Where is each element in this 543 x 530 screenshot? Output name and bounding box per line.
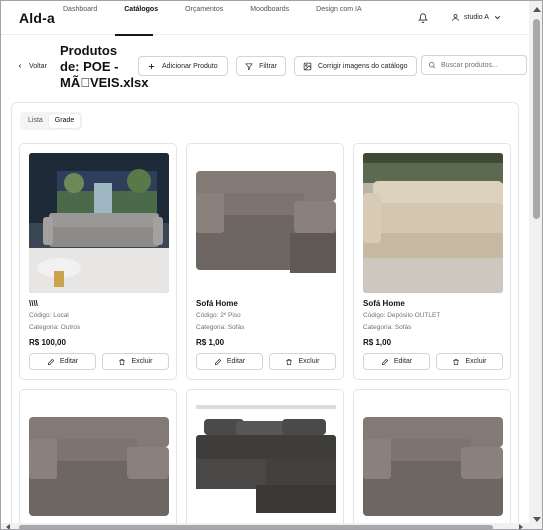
app-logo[interactable]: Ald-a <box>19 10 55 26</box>
edit-button[interactable]: Editar <box>196 353 263 370</box>
product-category: Categoria: Sofás <box>196 324 245 331</box>
product-price: R$ 100,00 <box>29 338 66 347</box>
product-image <box>29 399 169 529</box>
page-title: Produtos de: POE - MÃ VEIS.xlsx <box>60 43 149 90</box>
product-price: R$ 1,00 <box>363 338 392 347</box>
pencil-icon <box>381 358 388 365</box>
product-card[interactable]: Sofá Home Código: Depósito OUTLET Catego… <box>353 143 511 380</box>
nav-orcamentos[interactable]: Orçamentos <box>185 5 232 15</box>
top-navbar: Ald-a Dashboard Catálogos Orçamentos Moo… <box>1 1 529 36</box>
trash-icon <box>453 358 460 365</box>
user-menu[interactable]: studio A <box>451 13 502 22</box>
scroll-thumb[interactable] <box>533 19 540 219</box>
scroll-up-arrow[interactable] <box>533 7 541 12</box>
scroll-left-arrow[interactable] <box>6 524 10 529</box>
bell-icon[interactable] <box>418 13 428 23</box>
view-list-tab[interactable]: Lista <box>22 114 49 128</box>
delete-label: Excluir <box>298 358 320 365</box>
search-input[interactable]: Buscar produtos... <box>421 55 527 75</box>
fix-images-button[interactable]: Corrigir imagens do catálogo <box>294 56 417 76</box>
plus-icon <box>148 63 155 69</box>
fix-images-label: Corrigir imagens do catálogo <box>318 62 408 70</box>
view-toggle: Lista Grade <box>20 112 83 130</box>
delete-button[interactable]: Excluir <box>436 353 503 370</box>
product-price: R$ 1,00 <box>196 338 225 347</box>
scroll-right-arrow[interactable] <box>519 524 523 529</box>
product-card[interactable] <box>19 389 177 529</box>
edit-label: Editar <box>393 358 413 365</box>
product-card[interactable] <box>353 389 511 529</box>
pencil-icon <box>214 358 221 365</box>
active-nav-indicator <box>115 34 153 36</box>
product-category: Categoria: Sofás <box>363 324 412 331</box>
product-name: \\\\ <box>29 299 38 308</box>
search-icon <box>428 61 436 69</box>
product-image <box>363 399 503 529</box>
user-icon <box>452 14 459 21</box>
delete-label: Excluir <box>131 358 153 365</box>
nav-catalogos[interactable]: Catálogos <box>124 5 167 15</box>
chevron-left-icon <box>18 64 22 68</box>
view-grid-tab[interactable]: Grade <box>48 114 81 128</box>
nav-moodboards[interactable]: Moodboards <box>250 5 298 15</box>
delete-button[interactable]: Excluir <box>269 353 336 370</box>
add-product-button[interactable]: Adicionar Produto <box>138 56 228 76</box>
product-card[interactable] <box>186 389 344 529</box>
product-code: Código: 2º Piso <box>196 312 241 319</box>
product-code: Código: Local <box>29 312 69 319</box>
vertical-scrollbar[interactable] <box>529 1 542 529</box>
back-button[interactable]: Voltar <box>17 62 47 70</box>
edit-label: Editar <box>226 358 246 365</box>
edit-button[interactable]: Editar <box>29 353 96 370</box>
scroll-thumb-horizontal[interactable] <box>19 525 493 529</box>
back-label: Voltar <box>29 62 47 70</box>
product-category: Categoria: Outros <box>29 324 81 331</box>
search-placeholder: Buscar produtos... <box>441 61 498 69</box>
edit-label: Editar <box>59 358 79 365</box>
product-code: Código: Depósito OUTLET <box>363 312 441 319</box>
trash-icon <box>119 358 126 365</box>
pencil-icon <box>47 358 54 365</box>
delete-label: Excluir <box>465 358 487 365</box>
product-image <box>196 399 336 529</box>
product-image <box>196 153 336 293</box>
trash-icon <box>286 358 293 365</box>
add-product-label: Adicionar Produto <box>162 62 218 70</box>
filter-button[interactable]: Filtrar <box>236 56 286 76</box>
edit-button[interactable]: Editar <box>363 353 430 370</box>
filter-icon <box>245 62 253 70</box>
app-window: Ald-a Dashboard Catálogos Orçamentos Moo… <box>0 0 543 530</box>
user-name: studio A <box>464 14 489 21</box>
delete-button[interactable]: Excluir <box>102 353 169 370</box>
product-image <box>29 153 169 293</box>
horizontal-scrollbar[interactable] <box>1 523 529 529</box>
product-image <box>363 153 503 293</box>
product-card[interactable]: \\\\ Código: Local Categoria: Outros R$ … <box>19 143 177 380</box>
filter-label: Filtrar <box>259 62 277 70</box>
product-name: Sofá Home <box>196 299 238 308</box>
product-card[interactable]: Sofá Home Código: 2º Piso Categoria: Sof… <box>186 143 344 380</box>
scroll-down-arrow[interactable] <box>533 517 541 522</box>
nav-dashboard[interactable]: Dashboard <box>63 5 106 15</box>
nav-design-ia[interactable]: Design com IA <box>316 5 371 15</box>
product-name: Sofá Home <box>363 299 405 308</box>
chevron-down-icon <box>494 16 501 20</box>
image-icon <box>303 62 312 70</box>
main-nav: Dashboard Catálogos Orçamentos Moodboard… <box>63 5 389 15</box>
